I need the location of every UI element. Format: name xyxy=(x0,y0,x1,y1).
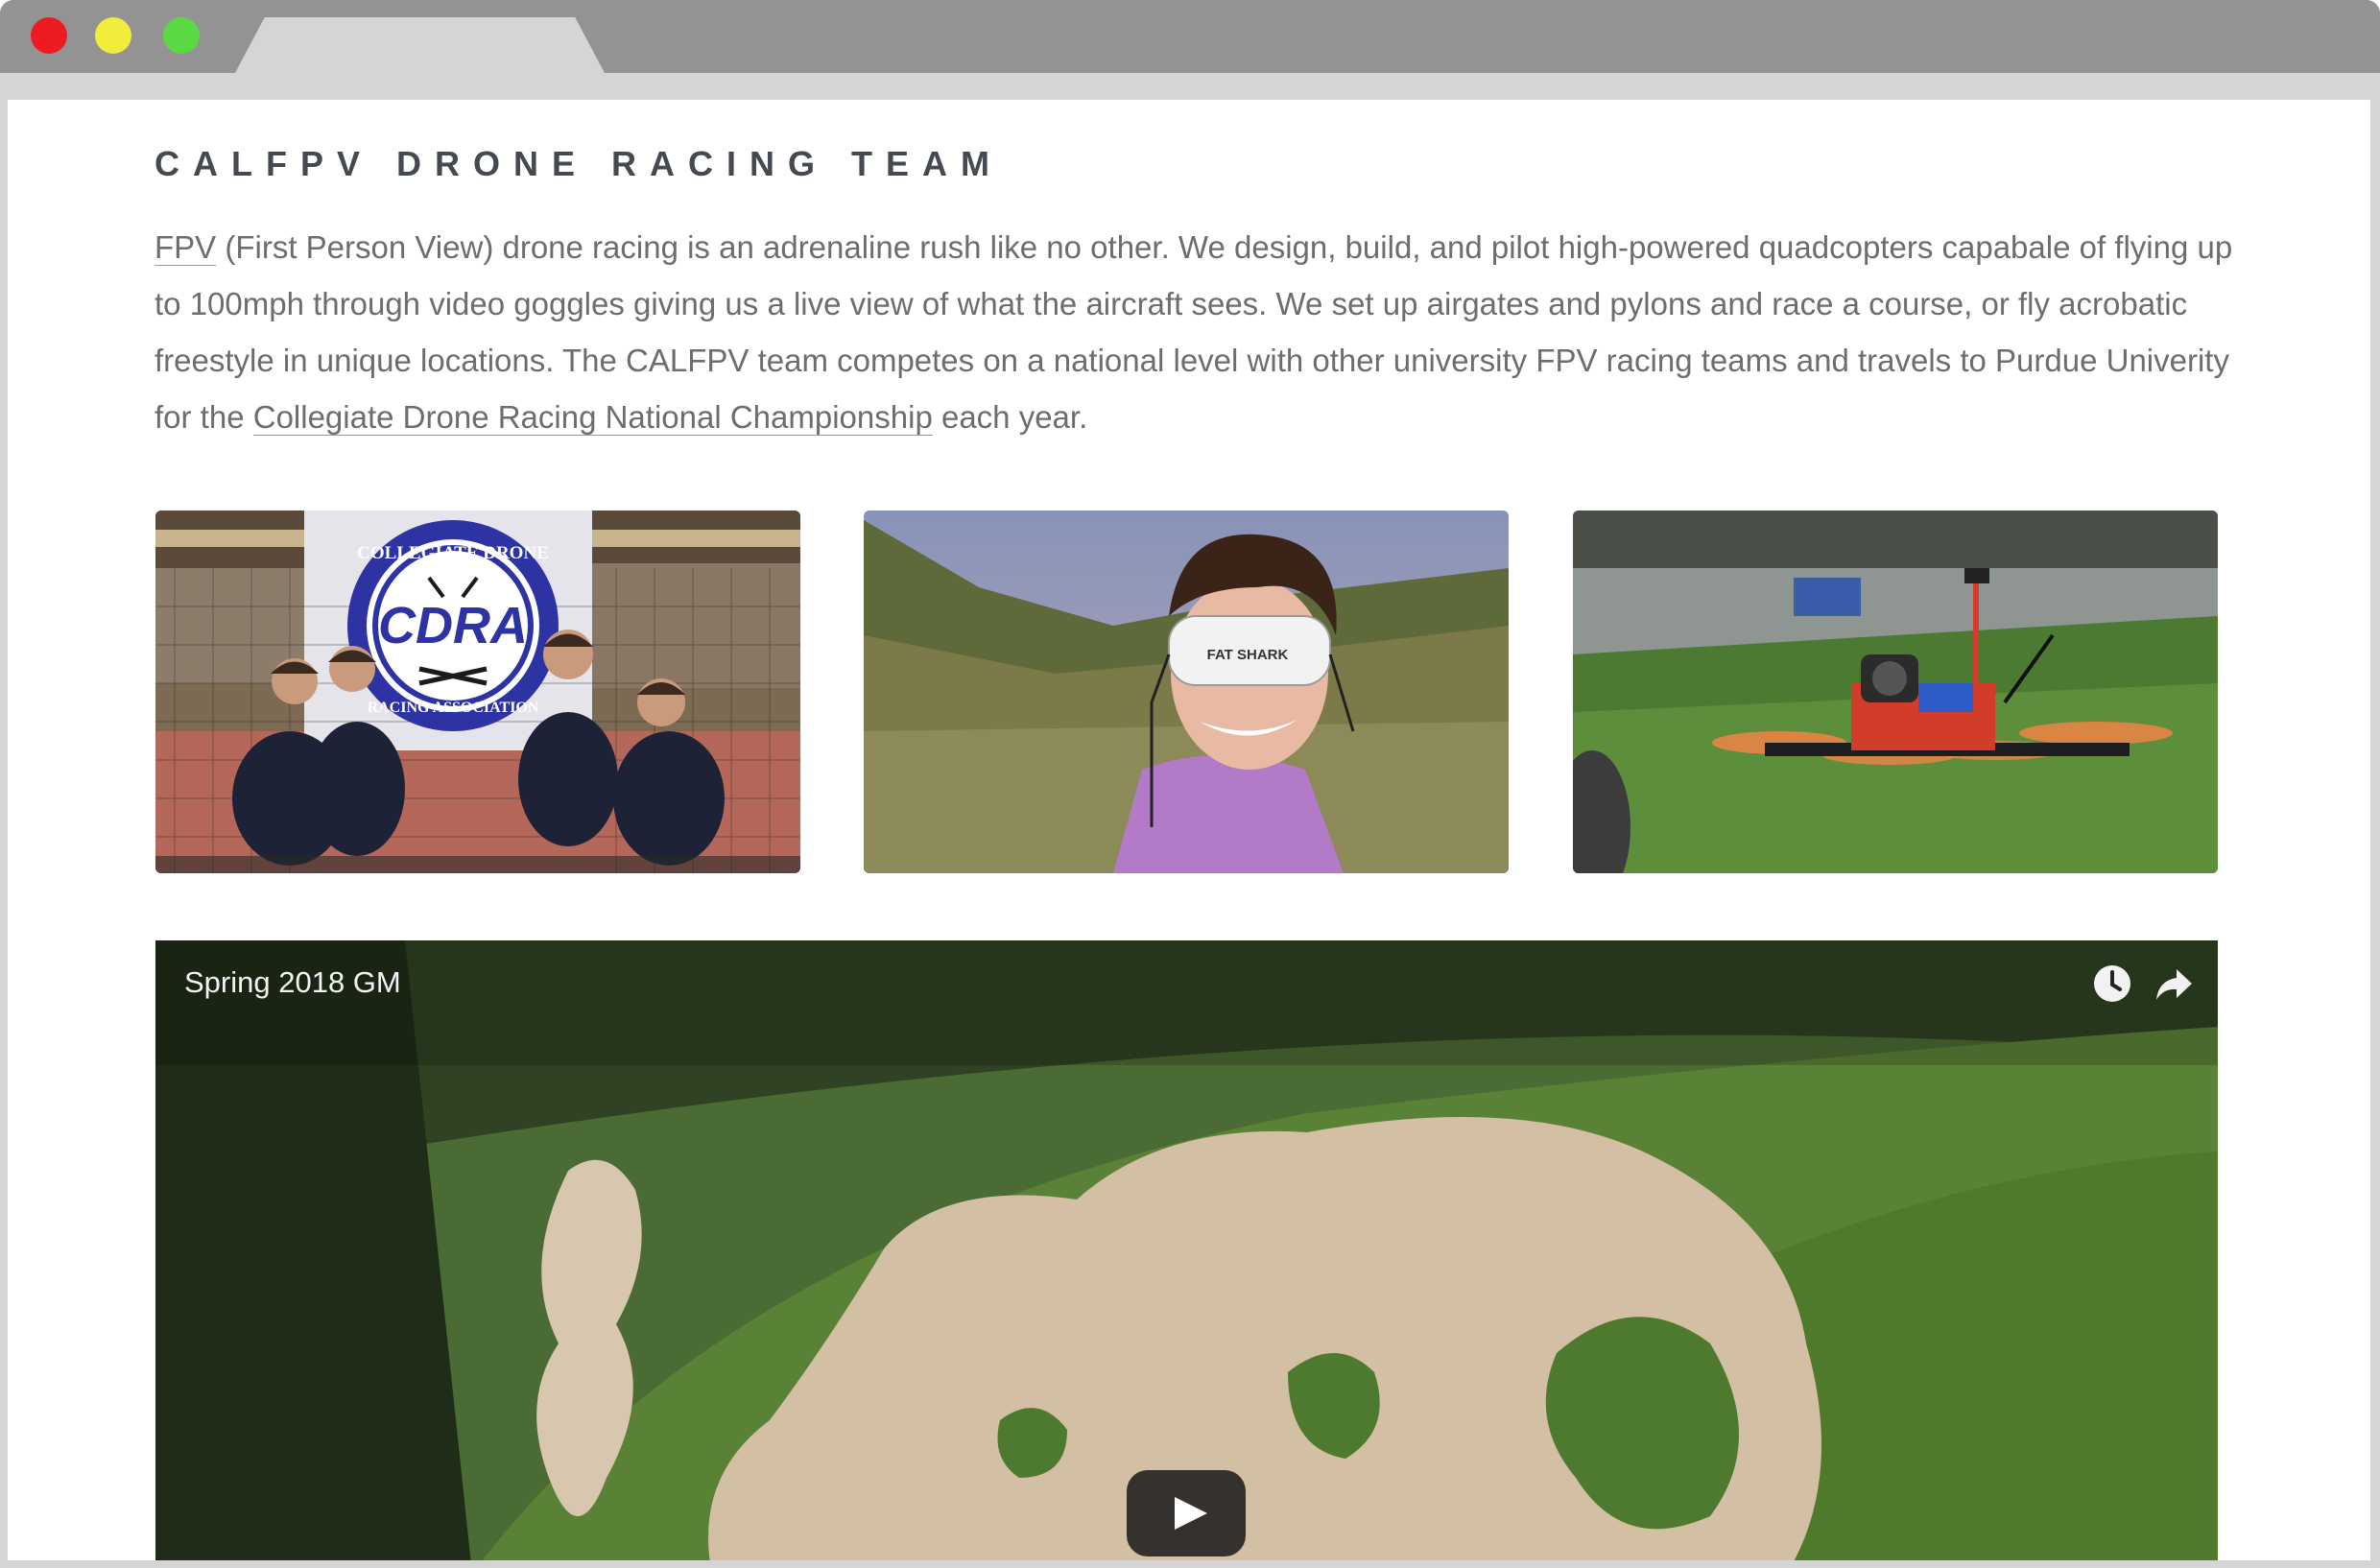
maximize-window-button[interactable] xyxy=(163,17,200,54)
championship-link[interactable]: Collegiate Drone Racing National Champio… xyxy=(252,399,933,436)
page-content: CALFPV DRONE RACING TEAM FPV (First Pers… xyxy=(8,100,2370,1560)
play-icon xyxy=(1175,1497,1207,1530)
goggles-label: FAT SHARK xyxy=(1207,647,1289,663)
fpv-link[interactable]: FPV xyxy=(155,229,217,266)
close-window-button[interactable] xyxy=(31,17,67,54)
clock-icon[interactable] xyxy=(2090,962,2134,1006)
video-player[interactable]: Spring 2018 GM xyxy=(155,940,2218,1560)
play-button[interactable] xyxy=(1127,1470,1246,1556)
intro-text-part-2: each year. xyxy=(932,399,1088,435)
badge-bottom-text: RACING ASSOCIATION xyxy=(368,700,539,716)
badge-top-text: COLLEGIATE DRONE xyxy=(357,543,549,563)
intro-paragraph: FPV (First Person View) drone racing is … xyxy=(155,219,2237,445)
pilot-photo: FAT SHARK xyxy=(864,511,1509,873)
browser-toolbar xyxy=(0,73,2380,100)
browser-tab[interactable] xyxy=(235,17,605,73)
drone-photo xyxy=(1573,511,2218,873)
page-title: CALFPV DRONE RACING TEAM xyxy=(155,144,1003,183)
share-icon[interactable] xyxy=(2152,962,2196,1006)
video-title: Spring 2018 GM xyxy=(184,965,401,999)
minimize-window-button[interactable] xyxy=(95,17,131,54)
browser-window: CALFPV DRONE RACING TEAM FPV (First Pers… xyxy=(0,0,2380,1568)
badge-main-text: CDRA xyxy=(378,597,528,654)
browser-titlebar xyxy=(0,0,2380,73)
video-thumbnail xyxy=(155,940,2218,1560)
team-photo: COLLEGIATE DRONE CDRA RACING ASSOCIATION xyxy=(155,511,800,873)
